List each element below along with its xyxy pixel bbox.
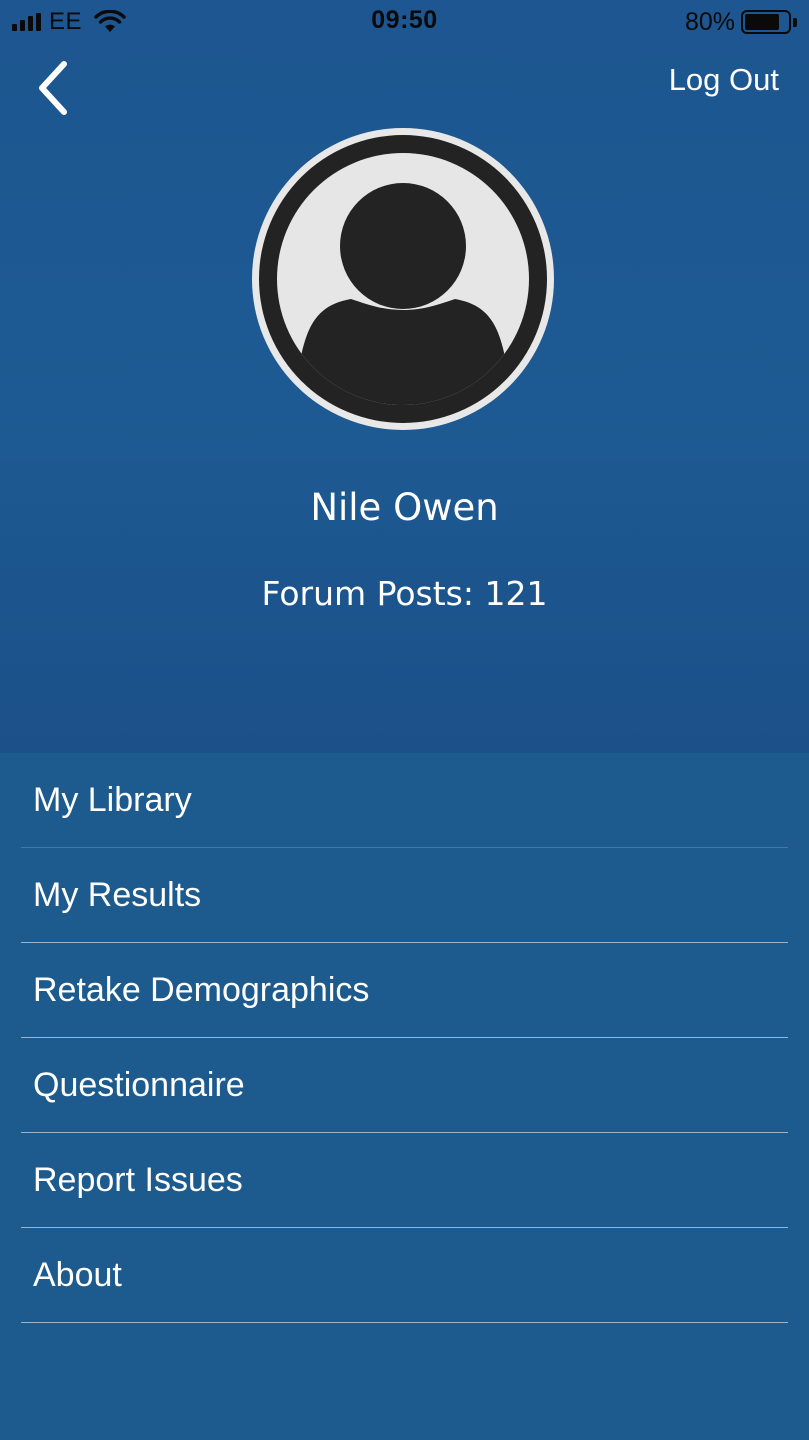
profile-menu: My Library My Results Retake Demographic… (0, 753, 809, 1323)
menu-item-label: My Results (33, 875, 202, 914)
status-bar: EE 09:50 80% (0, 0, 809, 44)
battery-percent: 80% (684, 7, 735, 36)
menu-item-label: Report Issues (33, 1160, 243, 1199)
menu-item-questionnaire[interactable]: Questionnaire (21, 1038, 788, 1133)
profile-header: EE 09:50 80% Log Out Nile Owen Forum Pos… (0, 0, 809, 753)
menu-item-label: My Library (33, 780, 192, 819)
back-button[interactable] (34, 56, 90, 120)
menu-item-label: About (33, 1255, 122, 1294)
menu-item-about[interactable]: About (21, 1228, 788, 1323)
status-right: 80% (685, 8, 797, 36)
logout-button[interactable]: Log Out (669, 62, 779, 98)
menu-item-my-results[interactable]: My Results (21, 848, 788, 943)
menu-item-retake-demographics[interactable]: Retake Demographics (21, 943, 788, 1038)
menu-item-my-library[interactable]: My Library (21, 753, 788, 848)
battery-nub (793, 17, 797, 27)
user-avatar-icon (252, 128, 554, 430)
menu-item-label: Questionnaire (33, 1065, 245, 1104)
profile-screen: EE 09:50 80% Log Out Nile Owen Forum Pos… (0, 0, 809, 1440)
chevron-left-icon (39, 61, 67, 115)
battery-icon (741, 10, 791, 34)
forum-posts-count: Forum Posts: 121 (261, 574, 548, 613)
battery-fill (745, 14, 779, 30)
menu-item-report-issues[interactable]: Report Issues (21, 1133, 788, 1228)
menu-item-label: Retake Demographics (33, 970, 370, 1009)
user-name: Nile Owen (310, 486, 499, 529)
